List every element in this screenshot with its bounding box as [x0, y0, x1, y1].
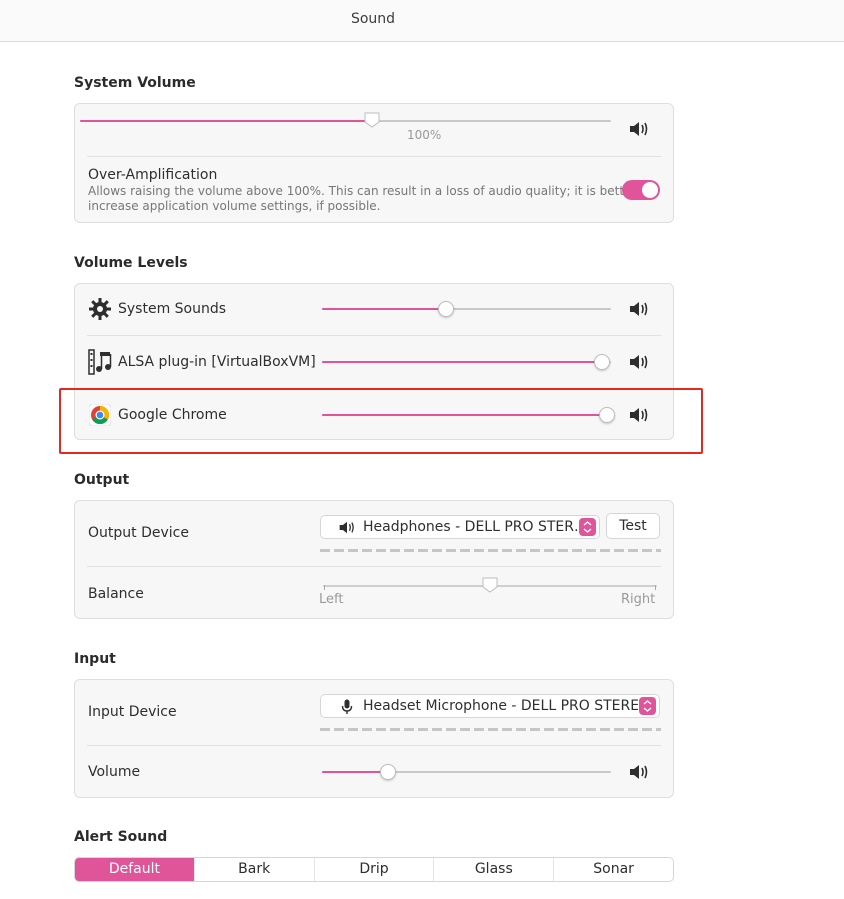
- test-button[interactable]: Test: [606, 513, 660, 539]
- input-card: Input Device Headset Microphone - DELL P…: [74, 679, 674, 798]
- toggle-knob: [642, 182, 658, 198]
- speaker-icon: [339, 521, 354, 534]
- output-device-dropdown[interactable]: Headphones - DELL PRO STER…: [320, 515, 600, 539]
- speaker-icon[interactable]: [628, 300, 650, 318]
- window-title: Sound: [350, 11, 396, 27]
- chevron-updown-icon: [639, 697, 656, 715]
- output-device-label: Output Device: [88, 525, 189, 541]
- output-device-value: Headphones - DELL PRO STER…: [363, 519, 578, 535]
- output-card: Output Device Headphones - DELL PRO STER…: [74, 500, 674, 619]
- section-title-input: Input: [74, 651, 116, 667]
- system-volume-handle[interactable]: [364, 112, 380, 128]
- balance-label: Balance: [88, 586, 144, 602]
- balance-slider-handle[interactable]: [482, 577, 498, 593]
- highlight-box: [59, 388, 703, 454]
- header-bar: Sound: [0, 0, 844, 42]
- volume-fill: [322, 308, 447, 310]
- input-device-value: Headset Microphone - DELL PRO STERE…: [363, 698, 638, 714]
- volume-slider-handle[interactable]: [594, 354, 611, 370]
- section-title-system-volume: System Volume: [74, 75, 196, 91]
- system-volume-value-label: 100%: [407, 128, 442, 142]
- alert-option-drip[interactable]: Drip: [313, 858, 434, 881]
- section-title-alert-sound: Alert Sound: [74, 829, 168, 845]
- alert-option-glass[interactable]: Glass: [433, 858, 553, 881]
- alert-option-default[interactable]: Default: [75, 858, 194, 881]
- gear-icon: [89, 298, 111, 320]
- speaker-icon[interactable]: [628, 763, 650, 781]
- volume-fill: [322, 361, 603, 363]
- volume-level-label-system-sounds: System Sounds: [118, 301, 227, 317]
- chevron-updown-icon: [579, 518, 596, 536]
- alert-option-sonar[interactable]: Sonar: [553, 858, 673, 881]
- input-device-dropdown[interactable]: Headset Microphone - DELL PRO STERE…: [320, 694, 660, 718]
- alert-sound-selector: Default Bark Drip Glass Sonar: [74, 857, 674, 882]
- balance-right-label: Right: [621, 592, 656, 607]
- level-meter: [320, 549, 661, 552]
- speaker-icon[interactable]: [628, 120, 650, 138]
- film-music-icon: [88, 349, 112, 375]
- balance-slider[interactable]: [323, 577, 657, 593]
- over-amplification-toggle[interactable]: [622, 180, 660, 200]
- system-volume-slider[interactable]: [80, 112, 611, 128]
- volume-slider-handle[interactable]: [438, 301, 455, 317]
- over-amplification-description-line1: Allows raising the volume above 100%. Th…: [88, 184, 653, 198]
- speaker-icon[interactable]: [628, 353, 650, 371]
- system-volume-fill: [80, 120, 373, 122]
- level-meter: [320, 728, 661, 731]
- input-volume-fill: [322, 771, 389, 773]
- balance-left-label: Left: [319, 592, 344, 607]
- system-volume-card: 100% Over-Amplification Allows raising t…: [74, 103, 674, 223]
- volume-level-label-alsa-plugin: ALSA plug-in [VirtualBoxVM]: [118, 354, 316, 370]
- volume-slider-system-sounds[interactable]: [322, 301, 611, 317]
- section-title-volume-levels: Volume Levels: [74, 255, 188, 271]
- volume-slider-alsa-plugin[interactable]: [322, 354, 611, 370]
- input-volume-slider-handle[interactable]: [380, 764, 397, 780]
- section-title-output: Output: [74, 472, 130, 488]
- over-amplification-description-line2: increase application volume settings, if…: [88, 199, 381, 213]
- input-volume-slider[interactable]: [322, 764, 611, 780]
- over-amplification-label: Over-Amplification: [88, 167, 218, 183]
- microphone-icon: [341, 699, 353, 714]
- input-volume-label: Volume: [88, 764, 141, 780]
- input-device-label: Input Device: [88, 704, 177, 720]
- alert-option-bark[interactable]: Bark: [193, 858, 314, 881]
